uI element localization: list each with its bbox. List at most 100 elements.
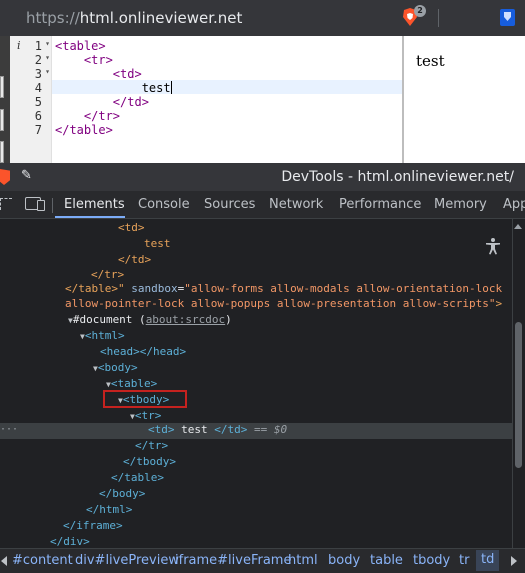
tree-node-selected[interactable]: <td> test </td> == $0 [0, 423, 512, 439]
breadcrumb-item[interactable]: body [328, 553, 360, 568]
side-tool-button-1[interactable] [0, 76, 4, 98]
breadcrumb-item[interactable]: table [370, 553, 403, 568]
tag-body: <body> [97, 361, 138, 374]
scrollbar-thumb[interactable] [515, 322, 522, 468]
row-menu-dots-icon[interactable]: ··· [0, 424, 18, 435]
editor-gutter: i 1 ▾ 2 ▾ 3 ▾ 4 5 6 7 [10, 36, 52, 163]
tree-node[interactable]: ▼#document (about:srcdoc) [0, 313, 512, 329]
document-node-end: ) [225, 313, 232, 326]
tab-console[interactable]: Console [138, 197, 190, 212]
srcdoc-link[interactable]: about:srcdoc [146, 313, 225, 326]
breadcrumb-item[interactable]: div#livePreview [75, 553, 179, 568]
tree-node[interactable]: </html> [0, 503, 512, 519]
tree-node[interactable]: ▼<tbody> [0, 393, 512, 409]
breadcrumb-item[interactable]: tbody [413, 553, 450, 568]
inspect-element-icon[interactable] [0, 198, 12, 210]
tag-table-close: </table> [111, 471, 164, 484]
live-preview-pane: test [402, 36, 525, 163]
tree-node[interactable]: </iframe> [0, 519, 512, 535]
code-line-current[interactable]: test [55, 81, 172, 95]
line-number: 1 [34, 39, 42, 53]
tree-node[interactable]: </body> [0, 487, 512, 503]
text-node: test [144, 237, 171, 250]
gutter-line: 7 [10, 123, 52, 137]
tag-table-close: </table>" [65, 282, 125, 295]
url-host: html.onlineviewer.net [79, 9, 243, 27]
breadcrumb-item[interactable]: html [288, 553, 318, 568]
info-icon[interactable]: i [17, 39, 21, 52]
device-toolbar-icon[interactable] [25, 197, 45, 211]
preview-cell-text: test [416, 52, 445, 70]
side-tool-button-3[interactable] [0, 141, 4, 163]
tag-tr: <tr> [134, 409, 162, 422]
gutter-line: 6 [10, 109, 52, 123]
shields-count-badge: 2 [414, 5, 426, 17]
tab-application[interactable]: App [503, 197, 525, 212]
breadcrumb-item[interactable]: tr [459, 553, 469, 568]
accessibility-icon[interactable] [484, 237, 502, 255]
tag-td-close: </td> [118, 253, 152, 266]
url-text[interactable]: https://html.onlineviewer.net [26, 9, 242, 27]
attr-value-cont: allow-pointer-lock allow-popups allow-pr… [65, 297, 496, 310]
line-number: 2 [34, 53, 42, 67]
tag-html: <html> [84, 329, 125, 342]
line-number: 3 [34, 67, 42, 81]
tree-node[interactable]: <td> [0, 221, 512, 237]
document-node: #document ( [72, 313, 146, 326]
attr-value: "allow-forms allow-modals allow-orientat… [184, 282, 503, 295]
fold-arrow-icon[interactable]: ▾ [45, 53, 50, 62]
tree-node[interactable]: </tbody> [0, 455, 512, 471]
elements-tree[interactable]: <td> test </td> </tr> </table>" sandbox=… [0, 219, 512, 549]
tag-tr-close: </tr> [135, 439, 169, 452]
scroll-up-arrow-icon[interactable] [514, 224, 522, 229]
tree-node[interactable]: test [0, 237, 512, 253]
line-number: 6 [34, 109, 42, 123]
tree-node[interactable]: allow-pointer-lock allow-popups allow-pr… [0, 297, 512, 313]
tree-node[interactable]: </div> [0, 535, 512, 549]
editor-side-toolbar [0, 36, 10, 163]
tree-node[interactable]: ▼<table> [0, 377, 512, 393]
devtools-window-title: DevTools - html.onlineviewer.net/ [281, 169, 514, 185]
crumb-scroll-left-icon[interactable] [1, 556, 7, 566]
line-number: 5 [34, 95, 42, 109]
code-line[interactable]: <table> [55, 39, 106, 53]
tab-network[interactable]: Network [269, 197, 323, 212]
fold-arrow-icon[interactable]: ▾ [45, 67, 50, 76]
breadcrumb-item-active[interactable]: td [476, 550, 500, 571]
tab-memory[interactable]: Memory [434, 197, 487, 212]
td-text: test [174, 423, 215, 436]
line-number: 4 [34, 81, 42, 95]
tab-sources[interactable]: Sources [204, 197, 255, 212]
side-tool-button-2[interactable] [0, 109, 4, 131]
bitwarden-extension-icon[interactable] [500, 9, 515, 26]
address-bar[interactable]: https://html.onlineviewer.net 2 [0, 0, 525, 36]
brave-logo-icon [0, 169, 10, 185]
code-line[interactable]: </td> [55, 95, 149, 109]
tbody-highlight-box [103, 390, 187, 408]
tree-node[interactable]: </td> [0, 253, 512, 269]
tree-node[interactable]: ▼<html> [0, 329, 512, 345]
gutter-line: 2 ▾ [10, 53, 52, 67]
tree-node[interactable]: <head></head> [0, 345, 512, 361]
pin-icon[interactable]: ✎ [21, 168, 32, 183]
fold-arrow-icon[interactable]: ▾ [45, 39, 50, 48]
tag-tr-close: </tr> [91, 268, 125, 281]
tag-td-close: </td> [214, 423, 248, 436]
tree-node[interactable]: </table> [0, 471, 512, 487]
tag-td: <td> [148, 423, 175, 436]
code-line[interactable]: <tr> [55, 53, 113, 67]
tree-node[interactable]: </table>" sandbox="allow-forms allow-mod… [0, 282, 512, 298]
breadcrumb-item[interactable]: #content [12, 553, 73, 568]
gutter-line: i 1 ▾ [10, 39, 52, 53]
tree-node[interactable]: ▼<body> [0, 361, 512, 377]
tree-node[interactable]: </tr> [0, 439, 512, 455]
breadcrumb-item[interactable]: iframe#liveFrame [175, 553, 291, 568]
tag-head: <head></head> [100, 345, 187, 358]
tab-performance[interactable]: Performance [339, 197, 421, 212]
code-line[interactable]: </table> [55, 123, 113, 137]
tab-elements[interactable]: Elements [64, 197, 125, 212]
code-line[interactable]: </tr> [55, 109, 120, 123]
crumb-scroll-right-icon[interactable] [511, 556, 517, 566]
code-line[interactable]: <td> [55, 67, 142, 81]
devtools-titlebar: ✎ DevTools - html.onlineviewer.net/ [0, 163, 525, 191]
